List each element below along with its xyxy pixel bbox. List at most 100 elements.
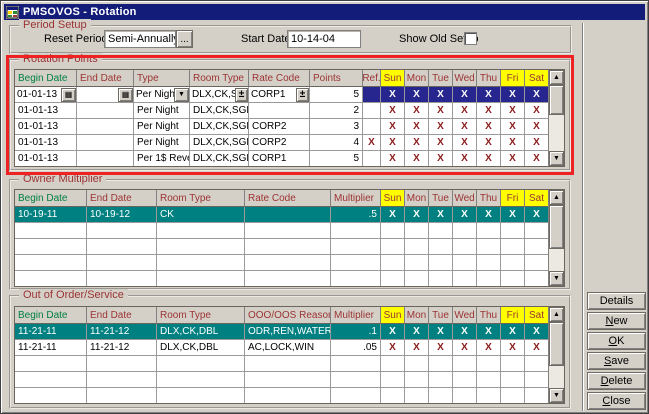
- day-cell[interactable]: X: [405, 151, 429, 167]
- room-type-lov-button[interactable]: ±: [235, 88, 248, 102]
- day-cell[interactable]: X: [525, 135, 549, 151]
- out-of-order-multiplier-cell[interactable]: .1: [331, 324, 381, 340]
- day-cell[interactable]: X: [429, 151, 453, 167]
- start-date-field[interactable]: 10-14-04: [287, 30, 361, 48]
- ref-cell[interactable]: [363, 119, 381, 135]
- room-type-cell[interactable]: DLX,CK,SGK,KC: [190, 103, 249, 119]
- rotation-scrollbar[interactable]: ▲▼: [548, 70, 564, 166]
- day-cell[interactable]: X: [381, 151, 405, 167]
- reset-period-browse-button[interactable]: ...: [176, 30, 193, 48]
- day-cell[interactable]: X: [525, 324, 549, 340]
- out-of-order-end-date-cell[interactable]: 11-21-12: [87, 340, 157, 356]
- delete-button[interactable]: Delete: [587, 372, 646, 390]
- day-cell[interactable]: X: [525, 340, 549, 356]
- day-cell[interactable]: X: [477, 103, 501, 119]
- owner-multiplier-room-type-cell[interactable]: CK: [157, 207, 245, 223]
- day-cell[interactable]: X: [429, 207, 453, 223]
- out-of-order-scroll-up-button[interactable]: ▲: [549, 307, 564, 322]
- type-combo-value[interactable]: Per Night: [134, 89, 174, 100]
- day-cell[interactable]: X: [477, 151, 501, 167]
- out-of-order-reason-cell[interactable]: AC,LOCK,WIN: [245, 340, 331, 356]
- day-cell[interactable]: X: [525, 87, 549, 103]
- day-cell[interactable]: X: [381, 119, 405, 135]
- rate-code-cell[interactable]: CORP1: [249, 151, 310, 167]
- day-cell[interactable]: X: [501, 87, 525, 103]
- type-cell[interactable]: Per 1$ Revenu: [134, 151, 190, 167]
- end-date-cell[interactable]: [77, 119, 134, 135]
- end-date-calendar-button[interactable]: ▦: [118, 88, 133, 102]
- day-cell[interactable]: X: [429, 119, 453, 135]
- day-cell[interactable]: X: [381, 87, 405, 103]
- out-of-order-multiplier-cell[interactable]: .05: [331, 340, 381, 356]
- day-cell[interactable]: X: [405, 119, 429, 135]
- day-cell[interactable]: X: [453, 207, 477, 223]
- begin-date-cell[interactable]: 01-01-13: [15, 119, 77, 135]
- out-of-order-begin-date-cell[interactable]: 11-21-11: [15, 324, 87, 340]
- day-cell[interactable]: X: [405, 135, 429, 151]
- rotation-scroll-down-button[interactable]: ▼: [549, 151, 564, 166]
- day-cell[interactable]: X: [429, 135, 453, 151]
- out-of-order-room-type-cell[interactable]: DLX,CK,DBL: [157, 340, 245, 356]
- day-cell[interactable]: X: [453, 135, 477, 151]
- points-cell[interactable]: 5: [310, 151, 363, 167]
- owner-multiplier-scroll-thumb[interactable]: [549, 205, 564, 249]
- owner-multiplier-multiplier-cell[interactable]: .5: [331, 207, 381, 223]
- end-date-cell[interactable]: [77, 151, 134, 167]
- owner-multiplier-end-date-cell[interactable]: 10-19-12: [87, 207, 157, 223]
- titlebar[interactable]: PMSOVOS - Rotation: [4, 4, 645, 20]
- day-cell[interactable]: X: [501, 103, 525, 119]
- day-cell[interactable]: X: [381, 207, 405, 223]
- day-cell[interactable]: X: [453, 324, 477, 340]
- day-cell[interactable]: X: [501, 119, 525, 135]
- room-type-cell[interactable]: DLX,CK,SGL±: [190, 87, 249, 103]
- out-of-order-begin-date-cell[interactable]: 11-21-11: [15, 340, 87, 356]
- points-cell[interactable]: 4: [310, 135, 363, 151]
- day-cell[interactable]: X: [477, 87, 501, 103]
- day-cell[interactable]: X: [525, 103, 549, 119]
- day-cell[interactable]: X: [405, 207, 429, 223]
- out-of-order-scroll-down-button[interactable]: ▼: [549, 388, 564, 403]
- end-date-cell[interactable]: [77, 103, 134, 119]
- day-cell[interactable]: X: [405, 340, 429, 356]
- out-of-order-reason-cell[interactable]: ODR,REN,WATER: [245, 324, 331, 340]
- owner-multiplier-scrollbar[interactable]: ▲▼: [548, 190, 564, 286]
- begin-date-calendar-button[interactable]: ▦: [61, 88, 76, 102]
- begin-date-cell[interactable]: 01-01-13: [15, 151, 77, 167]
- day-cell[interactable]: X: [453, 87, 477, 103]
- type-cell[interactable]: Per Night: [134, 135, 190, 151]
- day-cell[interactable]: X: [501, 135, 525, 151]
- owner-multiplier-scroll-up-button[interactable]: ▲: [549, 190, 564, 205]
- owner-multiplier-scroll-down-button[interactable]: ▼: [549, 271, 564, 286]
- day-cell[interactable]: X: [477, 135, 501, 151]
- day-cell[interactable]: X: [453, 103, 477, 119]
- day-cell[interactable]: X: [429, 103, 453, 119]
- day-cell[interactable]: X: [381, 135, 405, 151]
- day-cell[interactable]: X: [501, 151, 525, 167]
- new-button[interactable]: New: [587, 312, 646, 330]
- day-cell[interactable]: X: [525, 119, 549, 135]
- day-cell[interactable]: X: [477, 207, 501, 223]
- day-cell[interactable]: X: [525, 151, 549, 167]
- type-cell[interactable]: Per Night: [134, 103, 190, 119]
- day-cell[interactable]: X: [429, 87, 453, 103]
- owner-multiplier-begin-date-cell[interactable]: 10-19-11: [15, 207, 87, 223]
- type-combo-arrow-button[interactable]: ▼: [174, 88, 189, 102]
- day-cell[interactable]: X: [453, 340, 477, 356]
- type-combo[interactable]: Per Night▼: [134, 87, 190, 103]
- day-cell[interactable]: X: [405, 87, 429, 103]
- begin-date-cell[interactable]: 01-01-13▦: [15, 87, 77, 103]
- ref-cell[interactable]: [363, 103, 381, 119]
- day-cell[interactable]: X: [477, 340, 501, 356]
- day-cell[interactable]: X: [381, 340, 405, 356]
- room-type-cell[interactable]: DLX,CK,SGK,KC: [190, 119, 249, 135]
- end-date-cell[interactable]: [77, 135, 134, 151]
- room-type-cell[interactable]: DLX,CK,SGK,KC: [190, 151, 249, 167]
- day-cell[interactable]: X: [381, 324, 405, 340]
- ref-cell[interactable]: [363, 151, 381, 167]
- begin-date-cell[interactable]: 01-01-13: [15, 135, 77, 151]
- ref-cell[interactable]: X: [363, 135, 381, 151]
- points-cell[interactable]: 2: [310, 103, 363, 119]
- rate-code-cell[interactable]: [249, 103, 310, 119]
- out-of-order-scrollbar[interactable]: ▲▼: [548, 307, 564, 403]
- points-cell[interactable]: 5: [310, 87, 363, 103]
